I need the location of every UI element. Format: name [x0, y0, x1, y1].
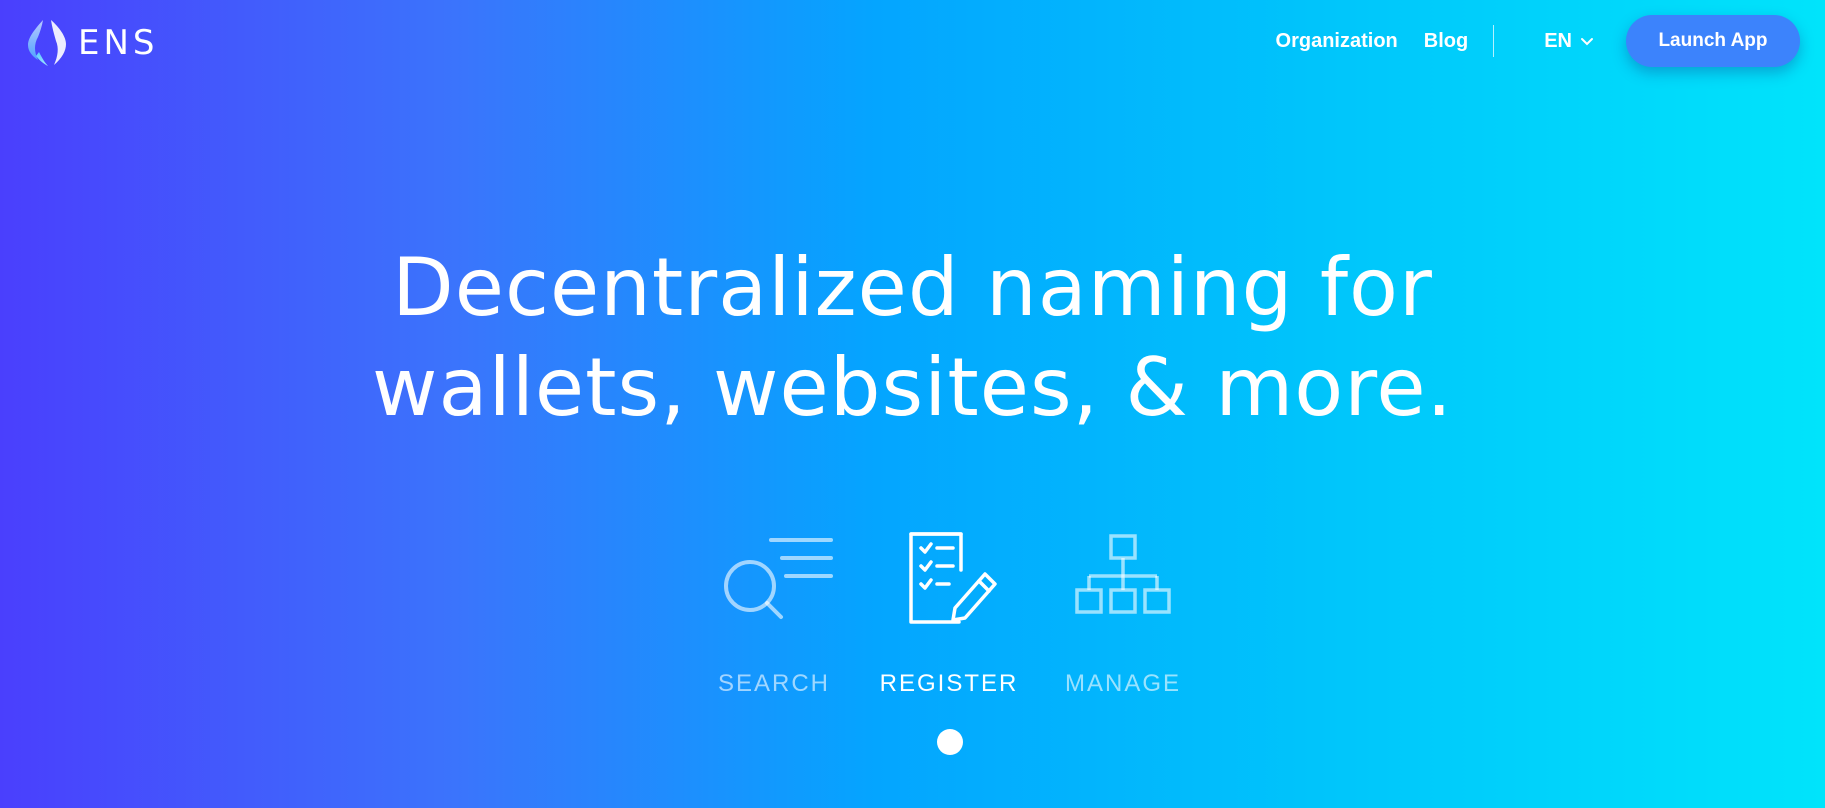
step-register[interactable]: REGISTER [864, 530, 1034, 698]
hierarchy-icon [1075, 534, 1171, 614]
step-label-manage: MANAGE [1064, 670, 1181, 697]
language-selector[interactable]: EN [1544, 30, 1594, 53]
hero-headline-line-1: Decentralized naming for [392, 241, 1433, 334]
checklist-pencil-icon [909, 532, 997, 624]
nav-link-organization[interactable]: Organization [1276, 30, 1398, 53]
ens-logo[interactable]: ENS [24, 18, 159, 68]
site-header: ENS Organization Blog EN Launch App [0, 0, 1825, 80]
ens-logo-icon [28, 20, 66, 66]
hero-headline-line-2: wallets, websites, & more. [372, 341, 1453, 434]
step-search[interactable]: SEARCH [689, 530, 859, 698]
nav-link-blog[interactable]: Blog [1424, 30, 1468, 53]
carousel-dot[interactable] [937, 729, 963, 755]
launch-app-button[interactable]: Launch App [1626, 15, 1800, 67]
logo-text: ENS [78, 23, 159, 63]
step-manage[interactable]: MANAGE [1038, 530, 1208, 698]
main-nav: Organization Blog EN Launch App [1276, 14, 1800, 68]
step-label-search: SEARCH [717, 670, 831, 697]
chevron-down-icon [1581, 38, 1593, 46]
step-label-register: REGISTER [879, 670, 1019, 697]
search-list-icon [724, 538, 833, 619]
nav-divider [1493, 25, 1495, 57]
hero: Decentralized naming for wallets, websit… [0, 238, 1825, 438]
hero-headline: Decentralized naming for wallets, websit… [0, 238, 1825, 438]
language-label: EN [1544, 29, 1572, 52]
